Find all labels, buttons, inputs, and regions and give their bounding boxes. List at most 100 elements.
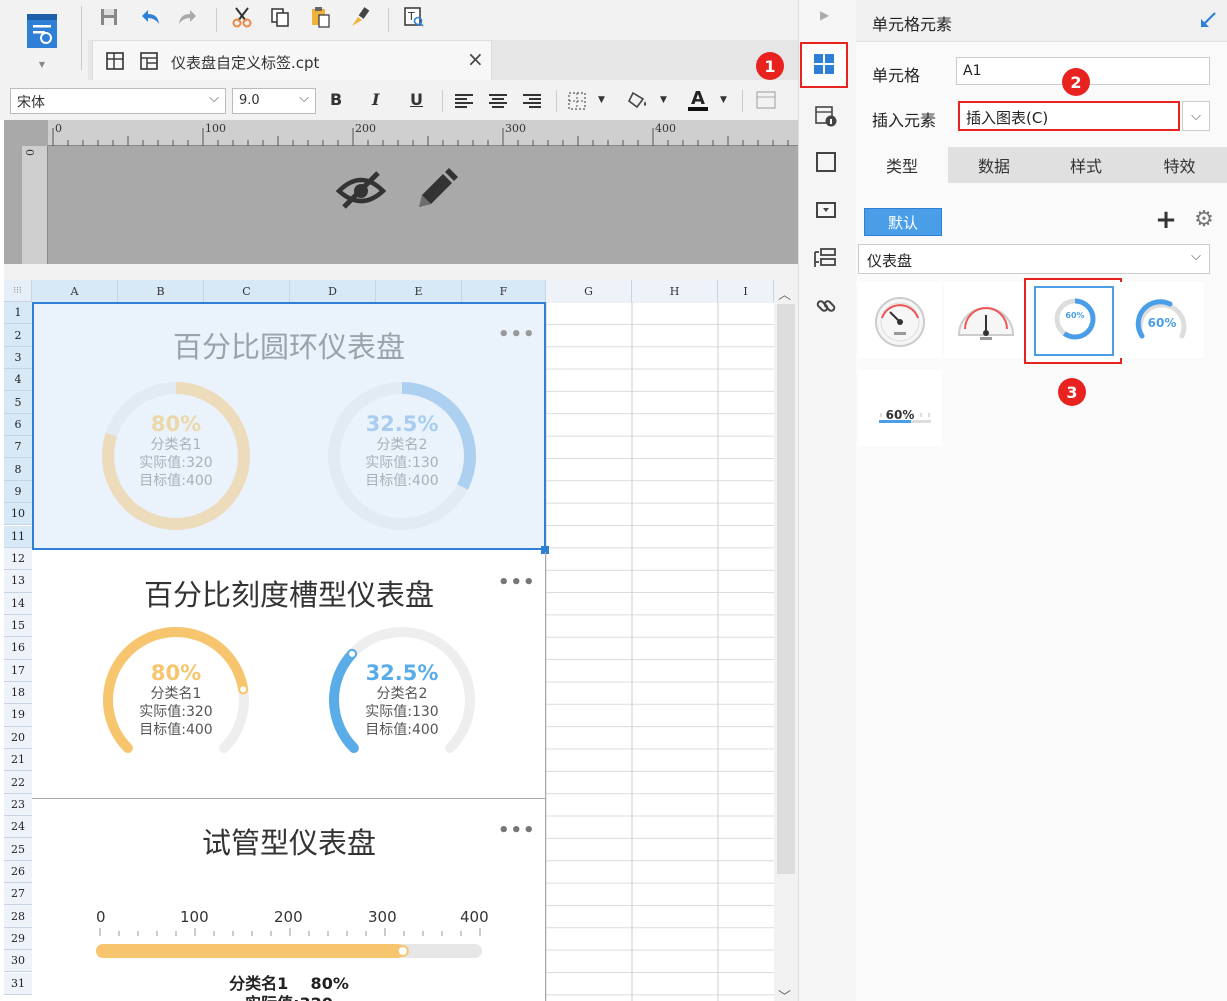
scrollbar-thumb[interactable] (777, 304, 795, 874)
freeze-pane-icon[interactable] (752, 88, 780, 112)
copy-icon[interactable] (266, 4, 294, 30)
fill-color-icon[interactable] (624, 88, 652, 112)
gear-icon[interactable]: ⚙ (1190, 206, 1218, 234)
row-header[interactable]: 24 (4, 816, 32, 839)
paste-icon[interactable] (306, 4, 334, 30)
dropdown-widget-icon[interactable] (810, 194, 842, 226)
more-options-icon[interactable]: ••• (498, 572, 536, 593)
hide-icon[interactable] (334, 164, 388, 214)
row-header[interactable]: 11 (4, 525, 32, 548)
row-header[interactable]: 14 (4, 592, 32, 615)
add-icon[interactable]: + (1152, 206, 1180, 234)
thumb-ring-gauge[interactable]: 60% (1024, 278, 1122, 364)
row-header[interactable]: 26 (4, 860, 32, 884)
more-options-icon[interactable]: ••• (498, 820, 536, 841)
collapse-panel-icon[interactable]: ▶ (820, 8, 829, 22)
default-tag[interactable]: 默认 (864, 208, 942, 236)
row-header[interactable]: 23 (4, 793, 32, 817)
row-header[interactable]: 29 (4, 927, 32, 951)
more-options-icon[interactable]: ••• (498, 324, 536, 345)
italic-button[interactable]: I (372, 90, 379, 109)
chevron-down-icon[interactable]: ⌵ (209, 91, 219, 106)
row-header[interactable]: 28 (4, 905, 32, 928)
row-header[interactable]: 25 (4, 838, 32, 861)
row-header[interactable]: 18 (4, 681, 32, 705)
row-header[interactable]: 17 (4, 659, 32, 682)
app-menu-icon[interactable] (22, 8, 62, 56)
column-header-f[interactable]: F (462, 280, 546, 302)
row-header[interactable]: 6 (4, 413, 32, 437)
row-header[interactable]: 9 (4, 480, 32, 504)
row-header[interactable]: 31 (4, 972, 32, 995)
row-header[interactable]: 8 (4, 458, 32, 481)
save-icon[interactable] (96, 4, 122, 30)
format-painter-icon[interactable] (346, 4, 374, 30)
tab-effects[interactable]: 特效 (1132, 147, 1227, 183)
insert-element-select[interactable]: 插入图表(C) (958, 101, 1180, 131)
font-color-icon[interactable]: A (684, 86, 712, 114)
undo-icon[interactable] (136, 4, 164, 30)
cell-attribute-icon[interactable] (810, 100, 842, 132)
chevron-down-icon[interactable]: ▼ (660, 95, 667, 105)
align-center-icon[interactable] (486, 90, 510, 112)
row-header[interactable]: 19 (4, 704, 32, 727)
chevron-down-icon[interactable]: ▼ (720, 95, 727, 105)
row-header[interactable]: 13 (4, 570, 32, 593)
column-header-e[interactable]: E (376, 280, 462, 302)
thumb-tube-gauge[interactable]: 60% (858, 370, 942, 446)
font-size-select[interactable]: 9.0 ⌵ (232, 88, 316, 114)
app-menu-chevron-icon[interactable]: ▼ (34, 58, 50, 70)
column-header-i[interactable]: I (718, 280, 774, 302)
edit-pencil-icon[interactable] (410, 164, 462, 216)
row-header[interactable]: 21 (4, 749, 32, 772)
row-header[interactable]: 7 (4, 436, 32, 459)
scroll-down-icon[interactable]: ﹀ (778, 986, 791, 1001)
widget-frame-icon[interactable] (810, 146, 842, 178)
chevron-down-icon[interactable]: ⌵ (1191, 249, 1201, 264)
file-tab[interactable]: 仪表盘自定义标签.cpt × (92, 40, 492, 80)
hyperlink-icon[interactable] (810, 290, 842, 322)
insert-element-dropdown[interactable]: ⌵ (1182, 101, 1210, 131)
align-right-icon[interactable] (520, 90, 544, 112)
bold-button[interactable]: B (330, 90, 342, 109)
row-header[interactable]: 20 (4, 726, 32, 749)
align-left-icon[interactable] (452, 90, 476, 112)
thumb-dial-gauge[interactable] (858, 282, 942, 358)
column-header-b[interactable]: B (118, 280, 204, 302)
column-header-a[interactable]: A (32, 280, 118, 302)
column-header-c[interactable]: C (204, 280, 290, 302)
condition-attribute-icon[interactable] (810, 242, 842, 274)
close-icon[interactable]: × (467, 47, 484, 71)
border-icon[interactable] (564, 90, 590, 112)
row-header[interactable]: 5 (4, 391, 32, 414)
scroll-up-icon[interactable]: ︿ (778, 284, 791, 303)
tab-type[interactable]: 类型 (856, 147, 948, 183)
thumb-arc-gauge[interactable]: 60% (1120, 282, 1204, 358)
row-header[interactable]: 3 (4, 346, 32, 370)
cell-element-tab[interactable] (800, 42, 848, 88)
row-header[interactable]: 2 (4, 324, 32, 347)
column-header-g[interactable]: G (546, 280, 632, 302)
row-header[interactable]: 22 (4, 771, 32, 794)
row-header[interactable]: 30 (4, 950, 32, 973)
cut-icon[interactable] (228, 4, 256, 30)
chevron-down-icon[interactable]: ⌵ (299, 91, 309, 106)
select-all-corner[interactable]: ⁝⁝⁝ (4, 280, 32, 302)
tab-data[interactable]: 数据 (948, 147, 1040, 183)
row-header[interactable]: 10 (4, 503, 32, 526)
chart-type-select[interactable]: 仪表盘 ⌵ (858, 244, 1210, 274)
row-header[interactable]: 27 (4, 883, 32, 906)
shrink-panel-icon[interactable] (1196, 8, 1220, 32)
column-header-d[interactable]: D (290, 280, 376, 302)
font-family-select[interactable]: 宋体 ⌵ (10, 88, 226, 114)
row-header[interactable]: 1 (4, 302, 32, 325)
find-text-icon[interactable]: T (400, 4, 428, 30)
column-header-h[interactable]: H (632, 280, 718, 302)
chevron-down-icon[interactable]: ▼ (598, 95, 605, 105)
row-header[interactable]: 16 (4, 637, 32, 660)
row-header[interactable]: 4 (4, 369, 32, 392)
thumb-half-dial-gauge[interactable] (944, 282, 1028, 358)
redo-icon[interactable] (174, 4, 202, 30)
row-header[interactable]: 15 (4, 614, 32, 638)
row-header[interactable]: 12 (4, 547, 32, 571)
